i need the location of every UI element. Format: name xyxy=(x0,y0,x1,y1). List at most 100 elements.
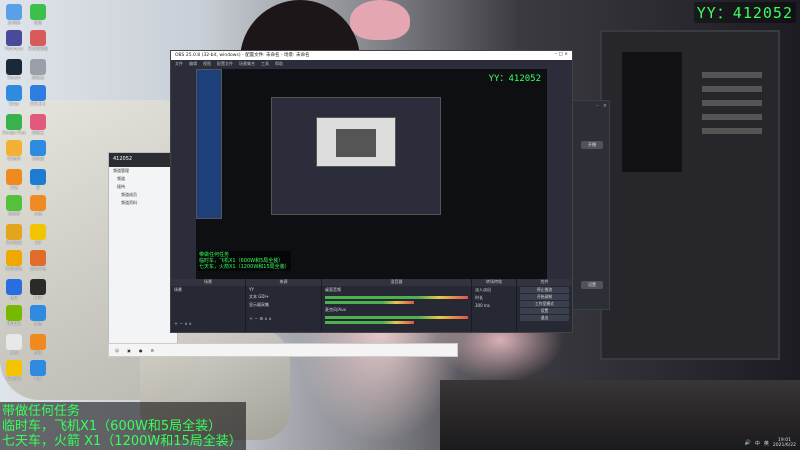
scenes-toolbar[interactable]: ＋ － ∧ ∨ xyxy=(171,320,245,328)
desktop-icon[interactable]: 火绒 xyxy=(26,195,50,225)
obs-preview[interactable]: YY：412052 带做任何任务 临时车，飞机X1（600W和5局全装） 七天车… xyxy=(196,69,547,279)
app-icon xyxy=(6,195,22,211)
yy-id-overlay: YY：412052 xyxy=(693,2,796,23)
desktop-icon-label: 此电脑 xyxy=(8,20,20,25)
chat-client-window[interactable]: 412052 频道管理 频道 接待 频道成员 频道资料 xyxy=(108,152,178,357)
sources-header: 来源 xyxy=(246,279,321,286)
preview-obs-recursion-core xyxy=(336,129,376,157)
obs-menu-item[interactable]: 工具 xyxy=(261,61,269,66)
desktop-icon[interactable]: 浏览器 xyxy=(26,140,50,170)
emoji-icon[interactable]: ☺ xyxy=(115,348,119,353)
channel-tree-item[interactable]: 频道管理 xyxy=(109,167,177,175)
preview-overlay-text: 带做任何任务 临时车，飞机X1（600W和5局全装） 七天车，火箭X1（1200… xyxy=(198,251,291,271)
desktop-icon-label: 安全卫士 xyxy=(30,101,46,106)
exit-button[interactable]: 退出 xyxy=(520,315,569,321)
desktop-icon-label: 事务管理器 xyxy=(28,46,48,51)
channel-tree-item[interactable]: 频道成员 xyxy=(109,191,177,199)
desktop-icon-label: 游戏平台 xyxy=(30,266,46,271)
obs-menu-item[interactable]: 编辑 xyxy=(189,61,197,66)
obs-menu-item[interactable]: 场景集合 xyxy=(239,61,255,66)
desktop-icon[interactable]: 游戏平台 xyxy=(26,250,50,280)
transition-select[interactable]: 淡入淡出 xyxy=(472,286,516,294)
volume-icon[interactable]: 🔊 xyxy=(745,440,751,446)
live-app-start-button[interactable]: 开播 xyxy=(581,141,603,149)
desktop-icon-label: K歌 xyxy=(34,376,42,381)
studio-mode-button[interactable]: 工作室模式 xyxy=(520,301,569,307)
desktop-icon[interactable]: K歌 xyxy=(26,360,50,390)
scenes-header: 场景 xyxy=(171,279,245,286)
desktop-icon[interactable]: NVIDIA xyxy=(2,305,26,335)
desktop-icon[interactable]: 安全卫士 xyxy=(26,85,50,115)
system-tray: 🔊 中 英 19:01 2021/6/22 xyxy=(688,436,800,450)
minimize-icon[interactable]: – xyxy=(596,103,599,111)
chat-toolbar: ☺ ▣ ● ⚙ xyxy=(108,343,458,357)
live-app-settings-button[interactable]: 设置 xyxy=(581,281,603,289)
preview-line: 七天车，火箭X1（1200W和15局全装） xyxy=(199,264,290,270)
obs-menubar: 文件 编辑 视图 配置文件 场景集合 工具 帮助 xyxy=(171,60,572,67)
app-icon xyxy=(30,85,46,101)
app-icon xyxy=(30,360,46,376)
channel-tree-item[interactable]: 接待 xyxy=(109,183,177,191)
start-recording-button[interactable]: 开始录制 xyxy=(520,294,569,300)
source-item[interactable]: 显示器采集 xyxy=(246,301,321,309)
lang-indicator[interactable]: 英 xyxy=(764,440,769,447)
obs-docks: 场景 场景 ＋ － ∧ ∨ 来源 YY 文本 GDI+ 显示器采集 ＋ － ⚙ … xyxy=(171,279,572,332)
desktop-icon[interactable]: 腾讯游戏 xyxy=(2,250,26,280)
desktop-icon-label: 加速 xyxy=(34,350,42,355)
source-item[interactable]: YY xyxy=(246,286,321,293)
app-icon xyxy=(30,250,46,266)
desktop-icon-label: QQ xyxy=(34,240,42,245)
desktop-icon-label: Google Play xyxy=(2,130,26,135)
window-controls[interactable]: – □ × xyxy=(555,52,568,59)
obs-menu-item[interactable]: 配置文件 xyxy=(217,61,233,66)
mic-icon[interactable]: ● xyxy=(139,348,143,353)
obs-titlebar: OBS 25.0.8 (32-bit, windows) - 配置文件: 未命名… xyxy=(171,51,572,60)
desktop: YY：412052 此电脑 微信 Visionary 事务管理器 Steam 回收站 Edg… xyxy=(0,0,800,450)
app-icon xyxy=(30,4,46,20)
desktop-icon[interactable]: QQ游戏 xyxy=(2,360,26,390)
channel-tree-item[interactable]: 频道 xyxy=(109,175,177,183)
image-icon[interactable]: ▣ xyxy=(127,348,131,353)
desktop-icon-label: 腾讯游戏 xyxy=(6,266,22,271)
desktop-icon[interactable]: QQ音乐 xyxy=(2,140,26,170)
source-item[interactable]: 文本 GDI+ xyxy=(246,293,321,301)
sources-toolbar[interactable]: ＋ － ⚙ ∧ ∨ xyxy=(246,315,321,323)
app-icon xyxy=(6,224,22,240)
ime-indicator[interactable]: 中 xyxy=(755,440,760,447)
mic-audio-slider[interactable] xyxy=(325,321,415,324)
desktop-icon-label: 网易云 xyxy=(32,130,44,135)
app-icon xyxy=(30,305,46,321)
app-icon xyxy=(6,4,22,20)
app-icon xyxy=(30,224,46,240)
preview-desktop-icons xyxy=(196,69,222,219)
desktop-icon[interactable]: Visionary xyxy=(2,30,26,60)
channel-tree-item[interactable]: 频道资料 xyxy=(109,199,177,207)
controls-header: 控件 xyxy=(517,279,572,286)
desktop-icon-label: Edge xyxy=(8,101,20,106)
app-icon xyxy=(30,114,46,130)
desktop-icon[interactable]: 加速器 xyxy=(2,195,26,225)
overlay-line: 七天车，火箭 X1（1200W和15局全装） xyxy=(2,434,242,449)
desktop-icon[interactable]: 事务管理器 xyxy=(26,30,50,60)
desktop-icon-label: 加速器 xyxy=(8,211,20,216)
settings-button[interactable]: 设置 xyxy=(520,308,569,314)
scene-item[interactable]: 场景 xyxy=(171,286,245,294)
obs-menu-item[interactable]: 帮助 xyxy=(275,61,283,66)
obs-window[interactable]: OBS 25.0.8 (32-bit, windows) - 配置文件: 未命名… xyxy=(170,50,573,333)
clock[interactable]: 19:01 2021/6/22 xyxy=(773,438,796,448)
desktop-icon-label: 微信 xyxy=(34,20,42,25)
close-icon[interactable]: × xyxy=(603,103,607,111)
desktop-icon-label: IE xyxy=(36,185,40,190)
duration-input[interactable]: 300 ms xyxy=(472,302,516,309)
stop-streaming-button[interactable]: 停止推流 xyxy=(520,287,569,293)
desktop-icon[interactable]: Edge xyxy=(2,85,26,115)
desktop-icon-label: 浏览器 xyxy=(32,156,44,161)
obs-menu-item[interactable]: 文件 xyxy=(175,61,183,66)
desktop-icon-label: 回收站 xyxy=(32,75,44,80)
desktop-icon-label: QQ游戏 xyxy=(6,376,22,381)
task-overlay-text: 带做任何任务 临时车，飞机X1（600W和5局全装） 七天车，火箭 X1（120… xyxy=(0,402,246,450)
desktop-audio-slider[interactable] xyxy=(325,301,415,304)
settings-icon[interactable]: ⚙ xyxy=(150,348,154,353)
desktop-icon[interactable]: 微信 xyxy=(26,305,50,335)
obs-menu-item[interactable]: 视图 xyxy=(203,61,211,66)
